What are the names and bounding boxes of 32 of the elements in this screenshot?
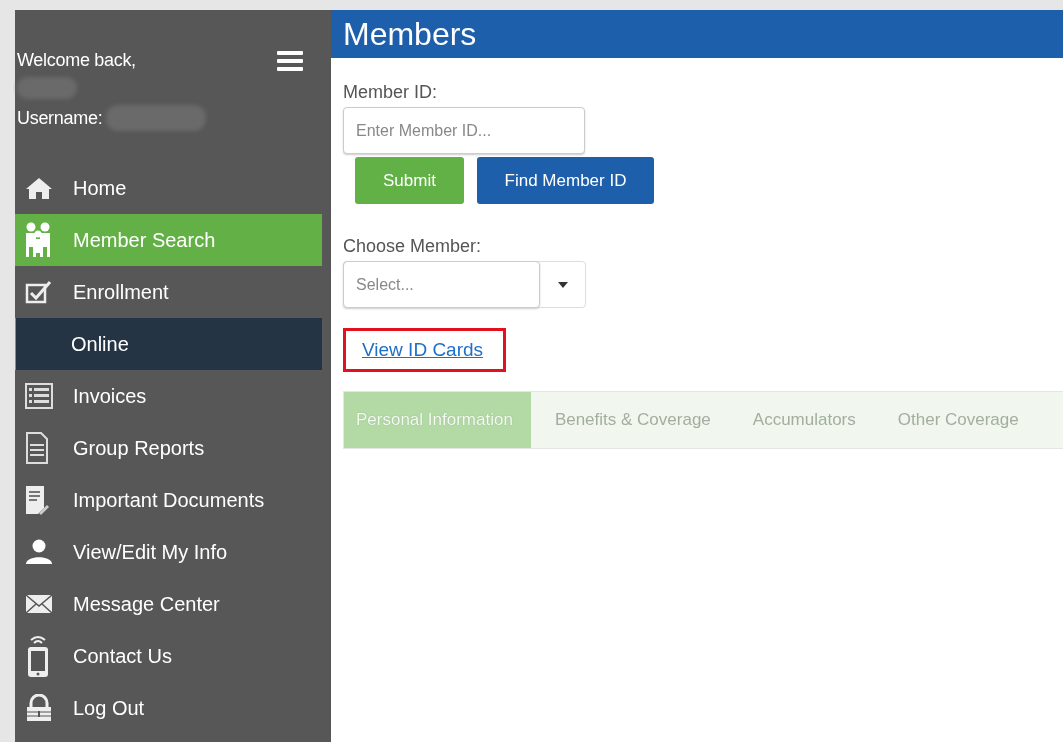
nav-item[interactable]: Invoices xyxy=(15,370,322,422)
nav-item[interactable]: Home xyxy=(15,162,322,214)
nav-item[interactable]: Group Reports xyxy=(15,422,322,474)
caret-icon xyxy=(557,281,568,288)
nav-item[interactable]: Log Out xyxy=(15,682,322,734)
envelope-icon xyxy=(25,594,53,614)
list-icon xyxy=(25,383,53,409)
nav-item[interactable]: Important Documents xyxy=(15,474,322,526)
person-icon xyxy=(25,539,53,565)
checkbox-icon xyxy=(25,280,53,304)
document-icon xyxy=(25,485,49,515)
view-id-cards-link[interactable]: View ID Cards xyxy=(362,339,484,360)
nav-item[interactable]: View/Edit My Info xyxy=(15,526,322,578)
choose-member-label: Choose Member: xyxy=(343,236,482,257)
lock-icon xyxy=(25,694,53,722)
welcome-text: Welcome back, xyxy=(17,50,136,71)
nav-item[interactable]: Online xyxy=(15,318,322,370)
page-title: Members xyxy=(343,15,477,53)
member-id-label: Member ID: xyxy=(343,82,438,103)
action-button[interactable]: Find Member ID xyxy=(477,157,654,204)
menu-icon[interactable] xyxy=(277,50,303,71)
username-label: Username: xyxy=(17,107,103,129)
phone-icon xyxy=(25,634,51,678)
select-placeholder: Select... xyxy=(343,261,540,308)
people-icon xyxy=(25,222,51,258)
member-id-field[interactable]: Enter Member ID... xyxy=(343,107,585,154)
nav-item[interactable]: Enrollment xyxy=(15,266,322,318)
nav-item[interactable]: Message Center xyxy=(15,578,322,630)
nav-item[interactable]: Contact Us xyxy=(15,630,322,682)
document-icon xyxy=(25,432,49,464)
member-select[interactable]: Select... xyxy=(343,261,586,308)
house-icon xyxy=(25,176,53,200)
